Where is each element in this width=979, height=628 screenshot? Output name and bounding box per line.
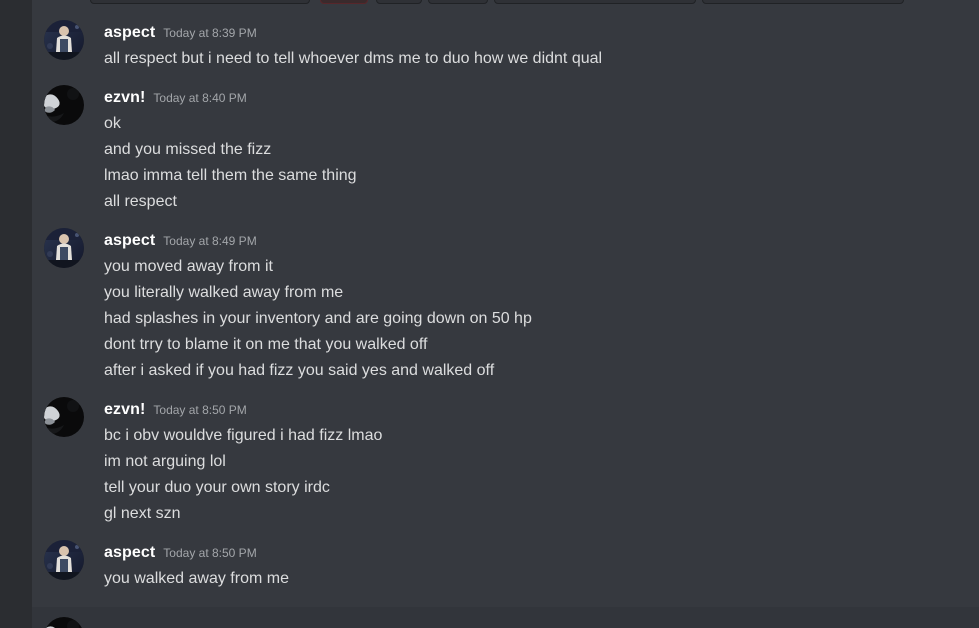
message-group: ezvn! Today at 8:40 PM ok and you missed… — [32, 85, 979, 213]
cropped-widget-2 — [376, 0, 422, 4]
message-group: aspect Today at 8:49 PM you moved away f… — [32, 228, 979, 382]
message-group-partial — [32, 607, 979, 628]
message-group: aspect Today at 8:50 PM you walked away … — [32, 540, 979, 590]
message-text: ok — [104, 115, 121, 132]
message-group: aspect Today at 8:39 PM all respect but … — [32, 20, 979, 70]
cropped-widget-1 — [90, 0, 310, 4]
cropped-widget-5 — [702, 0, 904, 4]
message-list[interactable]: aspect Today at 8:39 PM all respect but … — [32, 8, 979, 628]
message-author[interactable]: aspect — [104, 230, 155, 252]
message-author[interactable]: ezvn! — [104, 399, 145, 421]
cropped-widget-accent — [320, 0, 368, 4]
chat-column: aspect Today at 8:39 PM all respect but … — [32, 0, 979, 628]
message-timestamp: Today at 8:49 PM — [163, 234, 257, 248]
message-text: tell your duo your own story irdc — [104, 479, 330, 496]
message-group-header: ezvn! Today at 8:40 PM — [32, 85, 963, 125]
aspect-avatar[interactable] — [44, 20, 84, 60]
server-rail[interactable] — [0, 0, 32, 628]
message-group-header: aspect Today at 8:39 PM — [32, 20, 963, 60]
message-author[interactable]: ezvn! — [104, 87, 145, 109]
message-timestamp: Today at 8:50 PM — [163, 546, 257, 560]
aspect-avatar[interactable] — [44, 228, 84, 268]
message-timestamp: Today at 8:39 PM — [163, 26, 257, 40]
discord-window: aspect Today at 8:39 PM all respect but … — [0, 0, 979, 628]
message-author[interactable]: aspect — [104, 22, 155, 44]
message-group-header: aspect Today at 8:50 PM — [32, 540, 963, 580]
message-text: you literally walked away from me — [104, 284, 344, 301]
message-author[interactable]: aspect — [104, 542, 155, 564]
cropped-widget-4 — [494, 0, 696, 4]
ezvn-avatar[interactable] — [44, 397, 84, 437]
message-timestamp: Today at 8:40 PM — [153, 91, 247, 105]
message-group-header: ezvn! Today at 8:50 PM — [32, 397, 963, 437]
message-timestamp: Today at 8:50 PM — [153, 403, 247, 417]
message-text: all respect but i need to tell whoever d… — [104, 50, 603, 67]
cropped-widget-3 — [428, 0, 488, 4]
message-text: bc i obv wouldve figured i had fizz lmao — [104, 427, 383, 444]
message-text: and you missed the fizz — [104, 141, 272, 158]
ezvn-avatar[interactable] — [44, 617, 84, 628]
message-group-header: aspect Today at 8:49 PM — [32, 228, 963, 268]
message-text: all respect — [104, 193, 177, 210]
message-text: after i asked if you had fizz you said y… — [104, 362, 495, 379]
message-text: you walked away from me — [104, 570, 289, 587]
message-text: you moved away from it — [104, 258, 273, 275]
ezvn-avatar[interactable] — [44, 85, 84, 125]
aspect-avatar[interactable] — [44, 540, 84, 580]
cropped-top-widgets — [32, 0, 979, 8]
message-group-header — [32, 613, 963, 628]
message-text: gl next szn — [104, 505, 181, 522]
message-text: lmao imma tell them the same thing — [104, 167, 357, 184]
message-text: im not arguing lol — [104, 453, 226, 470]
message-group: ezvn! Today at 8:50 PM bc i obv wouldve … — [32, 397, 979, 525]
message-text: had splashes in your inventory and are g… — [104, 310, 532, 327]
message-text: dont trry to blame it on me that you wal… — [104, 336, 428, 353]
